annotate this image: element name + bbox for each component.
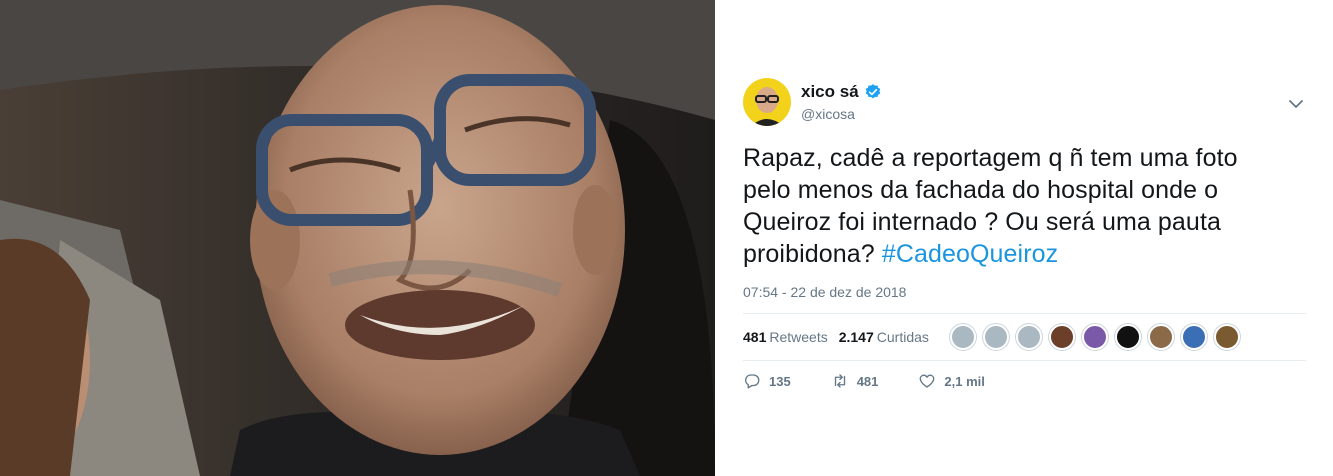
retweet-button[interactable]: 481 [831, 372, 879, 390]
liker-avatar[interactable] [1180, 324, 1207, 350]
author-avatar[interactable] [743, 78, 791, 126]
liker-avatar[interactable] [1147, 324, 1174, 350]
tweet-text: Rapaz, cadê a reportagem q ñ tem uma fot… [743, 142, 1303, 270]
tweet-stats: 481 Retweets 2.147 Curtidas [743, 313, 1306, 361]
liker-avatar[interactable] [949, 324, 976, 350]
tweet-text-line: proibidona? #CadeoQueiroz [743, 238, 1303, 270]
liker-avatar[interactable] [1015, 324, 1042, 350]
tweet-text-line: Queiroz foi internado ? Ou será uma paut… [743, 208, 1221, 236]
retweets-label: Retweets [769, 329, 828, 345]
liker-avatar[interactable] [1213, 324, 1240, 350]
liker-avatar[interactable] [1081, 324, 1108, 350]
author-name[interactable]: xico sá [801, 82, 859, 102]
reply-count: 135 [769, 373, 791, 389]
reply-icon [745, 374, 760, 389]
liker-avatar[interactable] [982, 324, 1009, 350]
retweet-count: 481 [856, 373, 879, 389]
hashtag-link[interactable]: #CadeoQueiroz [882, 240, 1058, 268]
likes-count: 2.147 [838, 329, 874, 345]
tweet-photo[interactable] [0, 0, 715, 476]
chevron-down-icon[interactable] [1286, 94, 1306, 114]
like-count: 2,1 mil [944, 373, 985, 389]
author-handle[interactable]: @xicosa [801, 106, 855, 122]
tweet-actions: 135 481 2,1 mil [743, 372, 1025, 390]
photo-image [0, 0, 715, 476]
likes-label: Curtidas [876, 329, 929, 345]
liker-avatar[interactable] [1048, 324, 1075, 350]
heart-icon [920, 374, 935, 388]
likes-stat[interactable]: 2.147 Curtidas [839, 329, 929, 345]
retweets-stat[interactable]: 481 Retweets [743, 329, 828, 345]
tweet-text-line: Rapaz, cadê a reportagem q ñ tem uma fot… [743, 144, 1238, 172]
liker-avatar[interactable] [1114, 324, 1141, 350]
retweets-count: 481 [743, 329, 767, 345]
tweet-text-plain: proibidona? [743, 240, 882, 268]
tweet-card: xico sá @xicosa Rapaz, cadê a reportagem… [743, 0, 1306, 476]
like-button[interactable]: 2,1 mil [918, 372, 985, 390]
tweet-header: xico sá @xicosa [743, 78, 1306, 128]
author-name-row: xico sá [801, 82, 882, 102]
liker-avatars [949, 324, 1247, 350]
tweet-text-line: pelo menos da fachada do hospital onde o [743, 176, 1219, 204]
tweet-timestamp[interactable]: 07:54 - 22 de dez de 2018 [743, 284, 906, 300]
verified-badge-icon [865, 84, 880, 99]
retweet-icon [834, 374, 845, 388]
reply-button[interactable]: 135 [743, 372, 791, 390]
